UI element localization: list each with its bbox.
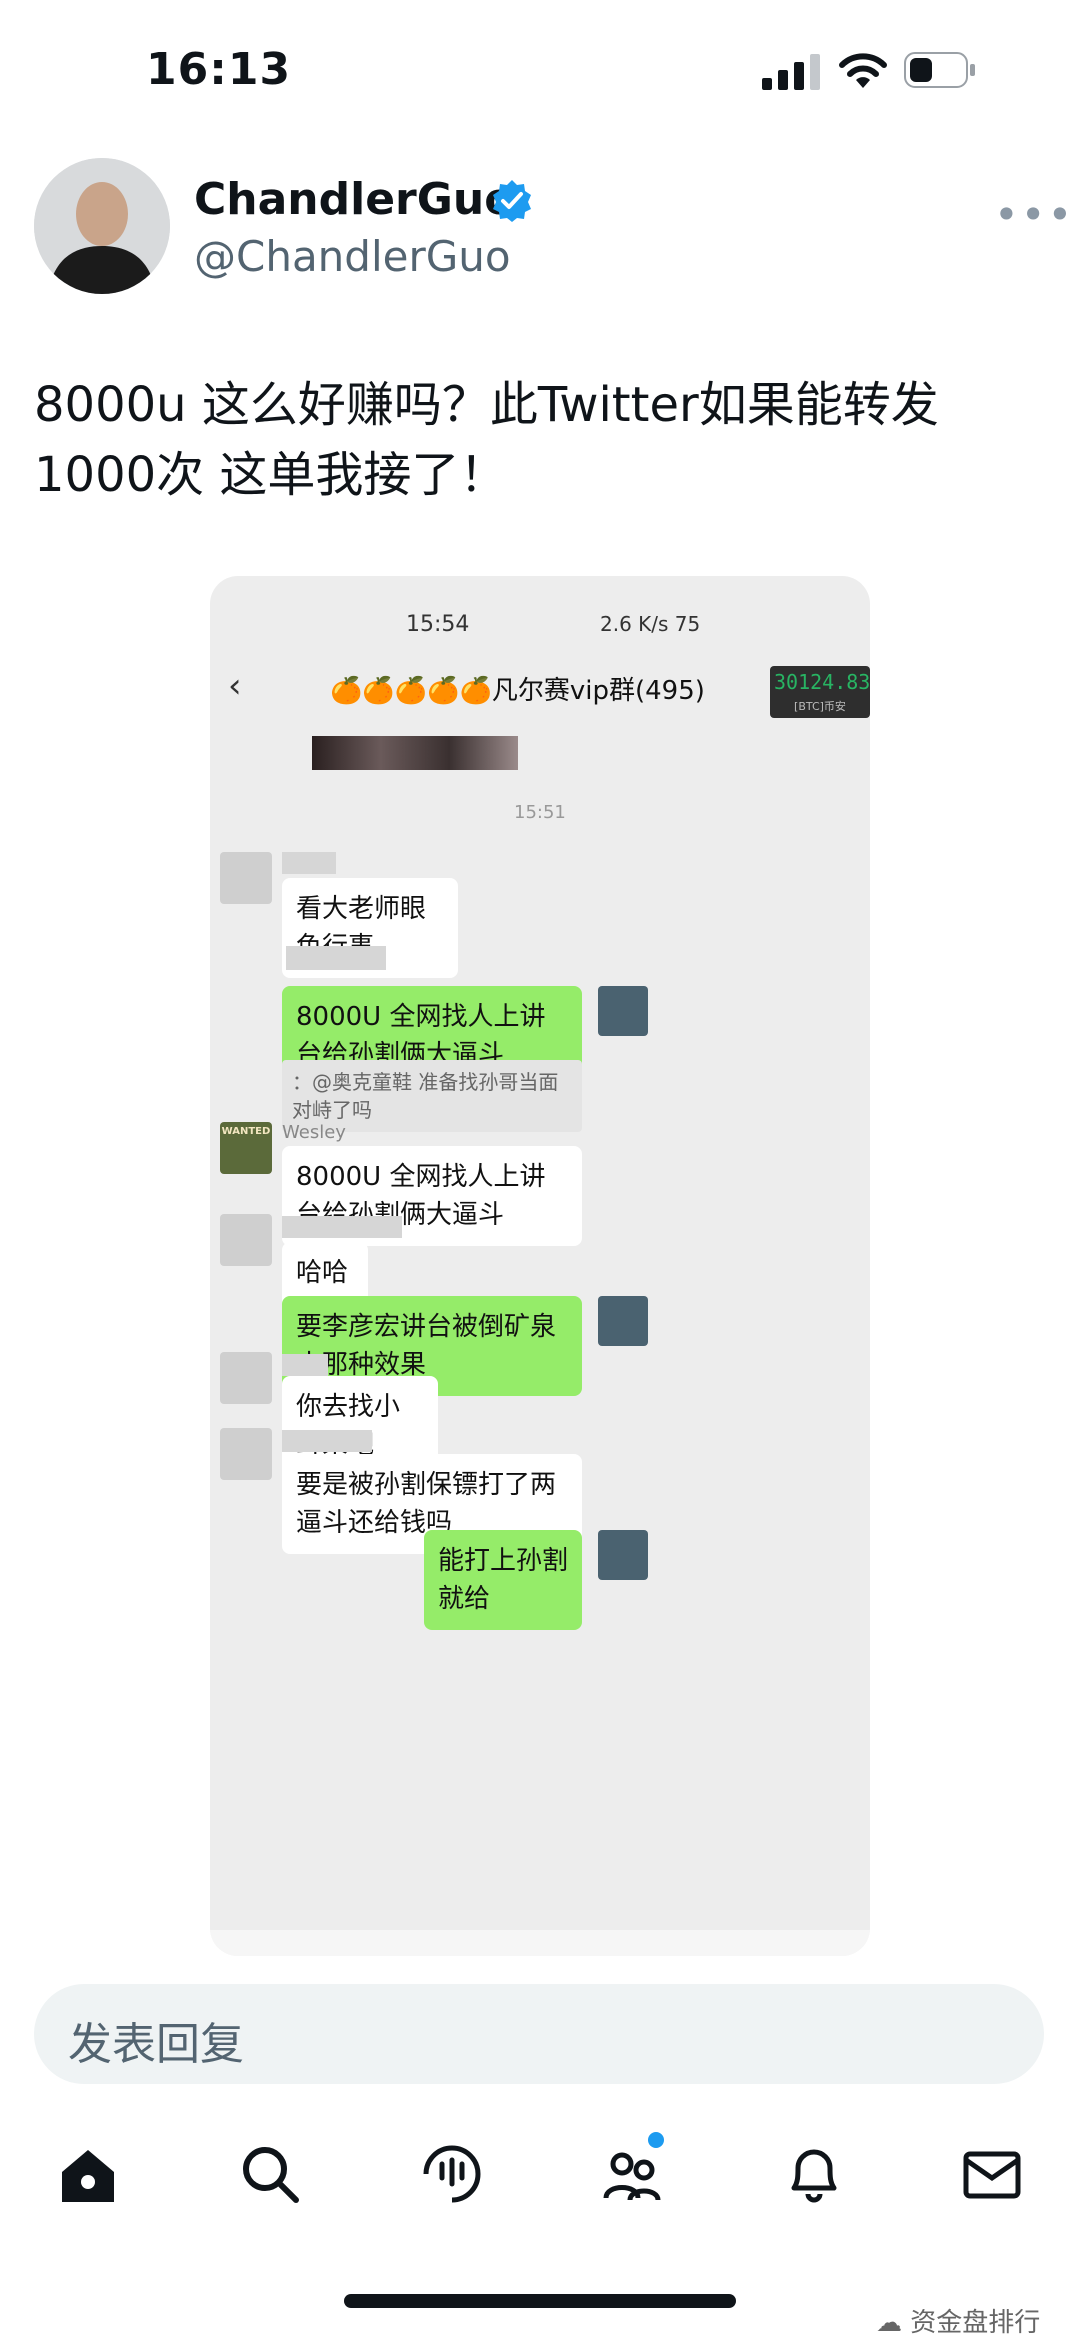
my-avatar: [598, 1530, 648, 1580]
search-icon[interactable]: [238, 2142, 302, 2206]
blurred-avatar: [220, 1214, 272, 1266]
reply-input[interactable]: 发表回复: [34, 1984, 1044, 2084]
reply-placeholder: 发表回复: [68, 2019, 244, 2070]
my-avatar: [598, 1296, 648, 1346]
spaces-icon[interactable]: [420, 2142, 484, 2206]
display-name[interactable]: ChandlerGuo: [194, 174, 514, 225]
wanted-label: WANTED: [221, 1126, 271, 1137]
blurred-avatar: [220, 1428, 272, 1480]
back-chevron-icon: ‹: [228, 666, 242, 706]
wechat-icon: ☁: [876, 2308, 911, 2338]
my-avatar: [598, 986, 648, 1036]
chat-bubble-mine: 能打上孙割就给: [424, 1530, 582, 1630]
blurred-name: [282, 1216, 402, 1238]
communities-icon[interactable]: [600, 2142, 664, 2206]
sender-name: Wesley: [282, 1122, 346, 1143]
tweet-text-line: 1000次 这单我接了！: [34, 447, 508, 503]
user-handle[interactable]: @ChandlerGuo: [194, 232, 511, 281]
wanted-avatar: WANTED: [220, 1122, 272, 1174]
btc-label: [BTC]币安: [794, 700, 846, 713]
blurred-name: [282, 852, 336, 874]
notification-dot: [648, 2132, 664, 2148]
chat-timestamp: 15:51: [514, 802, 566, 823]
btc-value: 30124.83: [774, 670, 870, 694]
blurred-name: [282, 1430, 372, 1452]
cellular-signal-icon: [762, 54, 820, 90]
screenshot-status-time: 15:54: [406, 612, 470, 637]
tweet-text: 8000u 这么好赚吗？此Twitter如果能转发 1000次 这单我接了！: [34, 370, 1044, 510]
battery-icon: [904, 52, 975, 88]
shared-image-thumb: [312, 736, 518, 770]
mail-icon[interactable]: [960, 2142, 1024, 2206]
watermark: ☁ 资金盘排行: [876, 2302, 1040, 2339]
blurred-avatar: [220, 1352, 272, 1404]
blurred-name: [282, 1354, 328, 1376]
watermark-text: 资金盘排行: [910, 2308, 1041, 2338]
screenshot-input-bar: [210, 1930, 870, 1956]
home-indicator: [344, 2294, 736, 2308]
bell-icon[interactable]: [782, 2142, 846, 2206]
btc-ticker: 30124.83 [BTC]币安: [770, 666, 870, 718]
blurred-name: [286, 946, 386, 970]
home-icon[interactable]: [56, 2142, 120, 2206]
screenshot-status-icons: 2.6 K/s 75: [600, 612, 701, 636]
more-options-icon[interactable]: •••: [994, 190, 1074, 239]
status-time: 16:13: [146, 44, 292, 95]
tweet-media-image[interactable]: 15:54 2.6 K/s 75 ‹ 🍊🍊🍊🍊🍊凡尔赛vip群(495) 301…: [210, 576, 870, 1956]
profile-avatar[interactable]: [34, 158, 170, 294]
group-title: 🍊🍊🍊🍊🍊凡尔赛vip群(495): [330, 676, 705, 706]
blurred-avatar: [220, 852, 272, 904]
tweet-text-line: 8000u 这么好赚吗？此Twitter如果能转发: [34, 377, 939, 433]
verified-badge-icon: [493, 180, 531, 222]
wifi-icon: [839, 53, 887, 88]
